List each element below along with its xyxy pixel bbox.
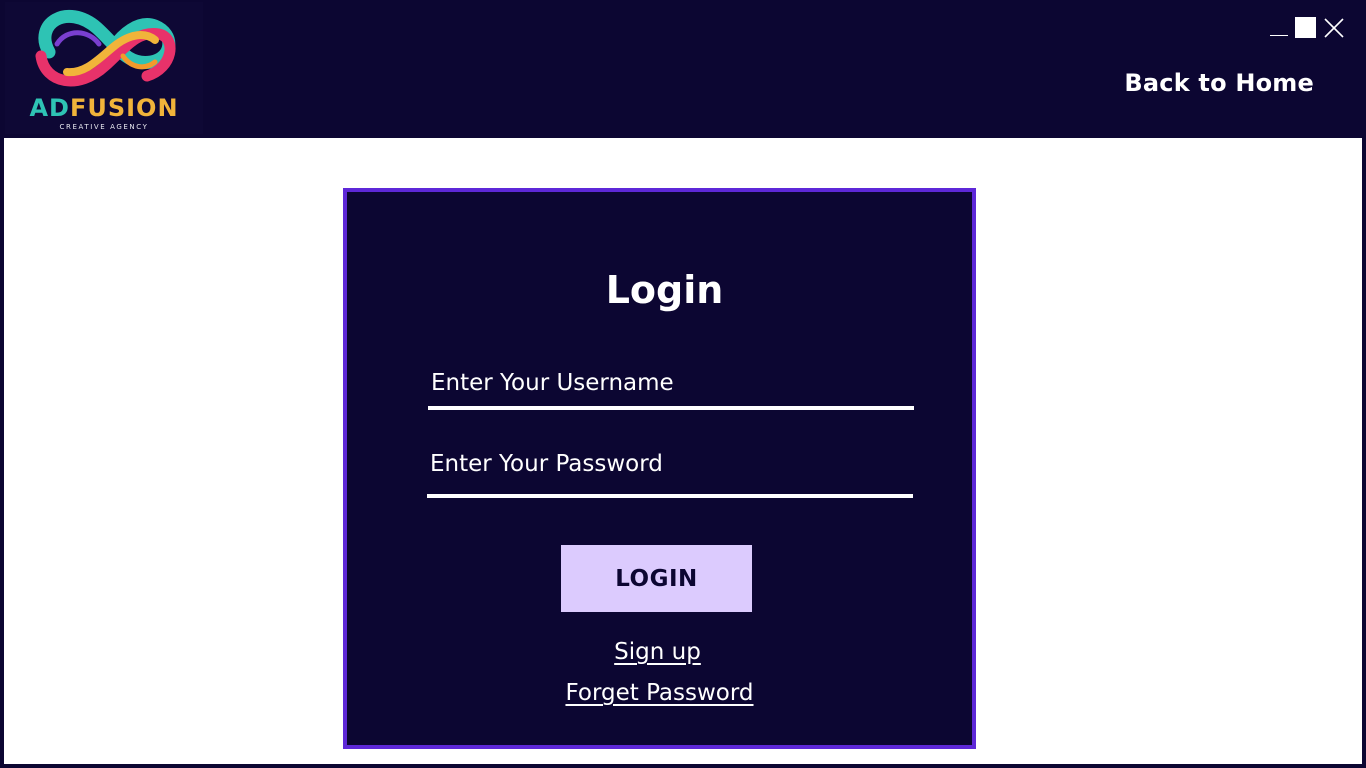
password-field — [427, 451, 913, 498]
username-input[interactable] — [428, 370, 914, 406]
app-window: ADFUSION CREATIVE AGENCY Back to Home Lo… — [0, 0, 1366, 768]
maximize-icon[interactable] — [1295, 17, 1316, 38]
sign-up-link[interactable]: Sign up — [347, 639, 972, 665]
password-input[interactable] — [427, 451, 913, 494]
brand-name-suffix: FUSION — [69, 94, 179, 122]
login-button[interactable]: LOGIN — [561, 545, 752, 612]
window-controls — [1269, 14, 1346, 40]
brand-name: ADFUSION — [5, 94, 203, 122]
brand-logo[interactable]: ADFUSION CREATIVE AGENCY — [5, 2, 203, 134]
close-icon[interactable] — [1322, 16, 1346, 40]
login-title: Login — [605, 268, 724, 312]
back-to-home-link[interactable]: Back to Home — [1124, 69, 1314, 97]
infinity-swirl-icon — [35, 10, 176, 87]
brand-tagline: CREATIVE AGENCY — [59, 123, 149, 131]
brand-name-prefix: AD — [29, 94, 70, 122]
header-bar: ADFUSION CREATIVE AGENCY Back to Home — [0, 0, 1366, 136]
forgot-password-link[interactable]: Forget Password — [347, 680, 972, 706]
username-field — [428, 370, 914, 410]
login-card: Login LOGIN Sign up Forget Password — [343, 188, 976, 749]
content-area: Login LOGIN Sign up Forget Password — [4, 138, 1362, 764]
minimize-icon[interactable] — [1269, 14, 1289, 36]
